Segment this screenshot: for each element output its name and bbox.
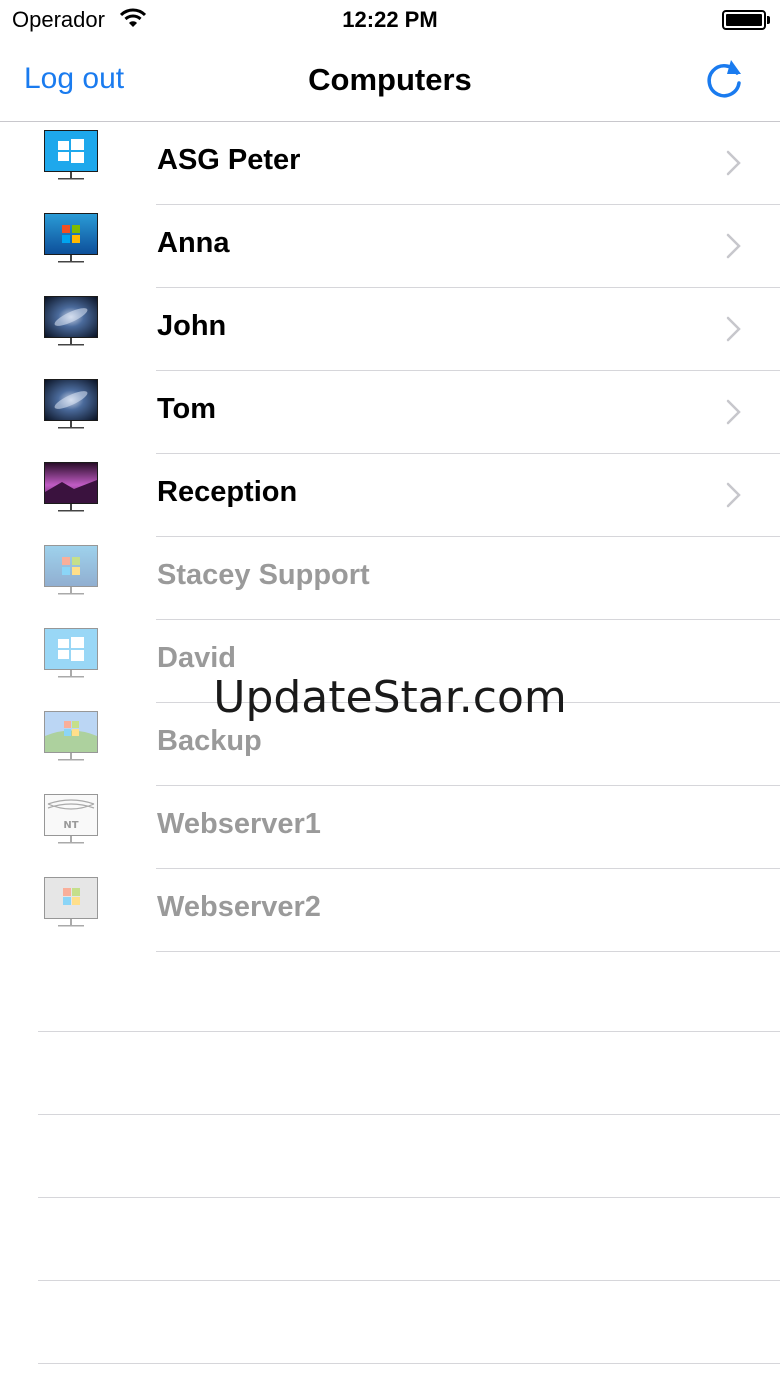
computer-name: Anna [157, 227, 230, 259]
chevron-right-icon [726, 150, 741, 176]
empty-row-separator [38, 1280, 780, 1281]
computer-monitor-icon [44, 545, 98, 595]
computer-monitor-icon [44, 213, 98, 263]
empty-row-separator [38, 1363, 780, 1364]
computer-name: John [157, 310, 227, 342]
battery-icon [722, 10, 770, 30]
computer-monitor-icon [44, 462, 98, 512]
computer-row[interactable]: Reception [0, 454, 780, 537]
computer-name: Webserver1 [157, 808, 321, 840]
computer-name: ASG Peter [157, 144, 301, 176]
watermark-text: UpdateStar.com [213, 672, 567, 723]
computer-row[interactable]: John [0, 288, 780, 371]
computer-name: Backup [157, 725, 262, 757]
computer-name: Tom [157, 393, 217, 425]
status-bar: Operador 12:22 PM [0, 0, 780, 40]
chevron-right-icon [726, 316, 741, 342]
computer-row[interactable]: Tom [0, 371, 780, 454]
chevron-right-icon [726, 399, 741, 425]
computer-monitor-icon [44, 877, 98, 927]
computer-row[interactable]: ASG Peter [0, 122, 780, 205]
computer-row[interactable]: Webserver2 [0, 869, 780, 952]
svg-text:NT: NT [63, 820, 78, 831]
computer-row[interactable]: Stacey Support [0, 537, 780, 620]
computer-row[interactable]: Anna [0, 205, 780, 288]
row-separator [156, 951, 780, 952]
empty-row-separator [38, 1031, 780, 1032]
computer-name: Stacey Support [157, 559, 370, 591]
empty-row-separator [38, 1114, 780, 1115]
computer-list: ASG Peter Anna John Tom Reception Stacey Supp… [0, 122, 780, 952]
computer-name: Reception [157, 476, 298, 508]
refresh-icon[interactable] [702, 56, 748, 102]
computer-monitor-icon: NT [44, 794, 98, 844]
status-time: 12:22 PM [342, 7, 438, 32]
computer-monitor-icon [44, 296, 98, 346]
empty-row-separator [38, 1197, 780, 1198]
computer-monitor-icon [44, 130, 98, 180]
computer-row[interactable]: NT Webserver1 [0, 786, 780, 869]
computer-name: Webserver2 [157, 891, 321, 923]
chevron-right-icon [726, 482, 741, 508]
computer-monitor-icon [44, 379, 98, 429]
computer-name: David [157, 642, 236, 674]
chevron-right-icon [726, 233, 741, 259]
navigation-bar: Log out Computers [0, 40, 780, 122]
page-title: Computers [308, 62, 472, 97]
